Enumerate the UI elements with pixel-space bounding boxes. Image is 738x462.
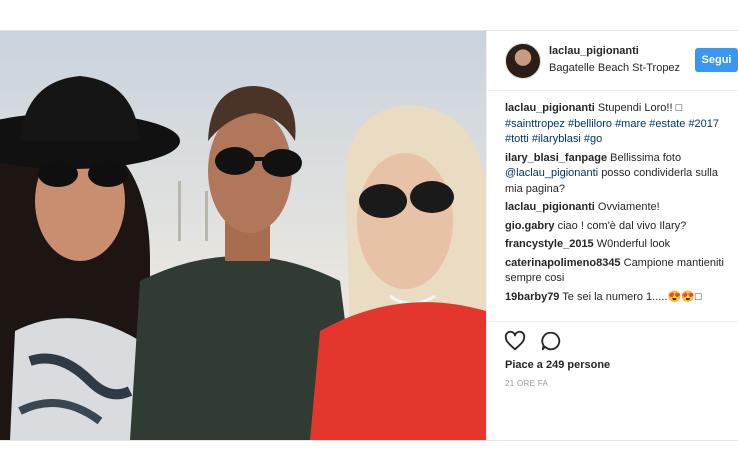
- comment-username[interactable]: laclau_pigionanti: [505, 102, 595, 114]
- selfie-image: [0, 31, 486, 440]
- post-username[interactable]: laclau_pigionanti: [549, 45, 639, 57]
- heart-icon[interactable]: [504, 330, 526, 352]
- avatar[interactable]: [505, 43, 541, 79]
- comment-item: gio.gabry ciao ! com'è dal vivo Ilary?: [505, 219, 733, 235]
- comment-text: Te sei la numero 1.....😍😍□: [562, 290, 702, 303]
- caption: laclau_pigionanti Stupendi Loro!! □ #sai…: [505, 101, 733, 148]
- comment-text: Stupendi Loro!! □: [597, 102, 683, 114]
- post-actions: Piace a 249 persone 21 ORE FA: [487, 321, 738, 388]
- post-header: laclau_pigionanti Bagatelle Beach St-Tro…: [487, 31, 738, 91]
- comment-username[interactable]: laclau_pigionanti: [505, 201, 595, 213]
- comment-username[interactable]: caterinapolimeno8345: [505, 257, 621, 269]
- comment-item: ilary_blasi_fanpage Bellissima foto @lac…: [505, 151, 733, 198]
- comment-item: laclau_pigionanti Ovviamente!: [505, 200, 733, 216]
- comment-text: W0nderful look: [596, 238, 671, 250]
- comment-item: caterinapolimeno8345 Campione mantieniti…: [505, 256, 733, 287]
- post-timestamp: 21 ORE FA: [505, 379, 549, 388]
- comment-text: ciao ! com'è dal vivo Ilary?: [557, 219, 687, 232]
- comment-text: Ovviamente!: [597, 201, 660, 213]
- comment-text: Bellissima foto: [610, 151, 682, 164]
- likes-count[interactable]: Piace a 249 persone: [505, 359, 610, 371]
- post-photo[interactable]: [0, 31, 486, 440]
- follow-button[interactable]: Segui: [695, 48, 738, 72]
- comments-list: laclau_pigionanti Stupendi Loro!! □ #sai…: [505, 101, 733, 305]
- comment-username[interactable]: francystyle_2015: [505, 238, 594, 250]
- caption-hashtags[interactable]: #sainttropez #belliloro #mare #estate #2…: [505, 118, 719, 146]
- instagram-post: laclau_pigionanti Bagatelle Beach St-Tro…: [0, 30, 738, 441]
- comment-username[interactable]: 19barby79: [505, 291, 559, 303]
- comment-username[interactable]: ilary_blasi_fanpage: [505, 152, 607, 164]
- comment-icon[interactable]: [540, 330, 562, 352]
- post-location[interactable]: Bagatelle Beach St-Tropez: [549, 62, 680, 74]
- post-sidebar: laclau_pigionanti Bagatelle Beach St-Tro…: [486, 31, 738, 440]
- action-icons: [504, 330, 562, 352]
- comment-username[interactable]: gio.gabry: [505, 220, 555, 232]
- comment-item: 19barby79 Te sei la numero 1.....😍😍□: [505, 290, 733, 306]
- comment-item: francystyle_2015 W0nderful look: [505, 237, 733, 253]
- comment-mention[interactable]: @laclau_pigionanti: [505, 167, 598, 179]
